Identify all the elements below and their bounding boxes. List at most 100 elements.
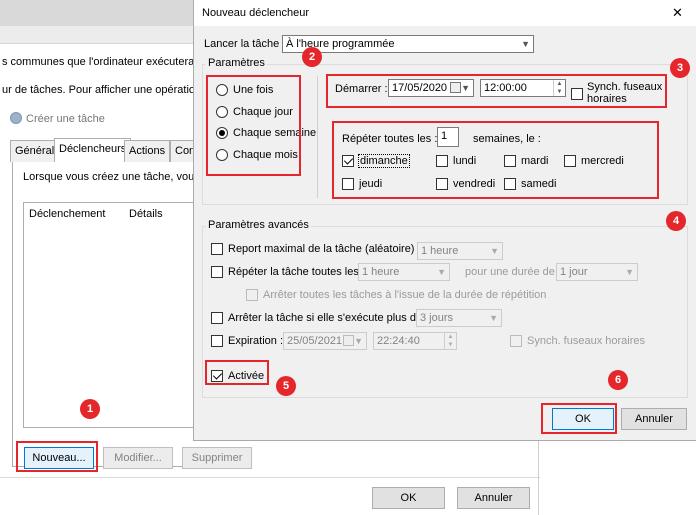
day-sunday-checkbox[interactable] <box>342 155 354 167</box>
task-tabs: Général Déclencheurs Actions Con <box>10 138 200 162</box>
day-sunday-label[interactable]: dimanche <box>358 154 410 168</box>
tab-conditions[interactable]: Con <box>170 140 194 162</box>
start-date-picker[interactable]: 17/05/2020 ▼ <box>388 79 474 97</box>
repeat-weeks-input[interactable]: 1 <box>437 127 459 147</box>
day-tuesday-label[interactable]: mardi <box>521 155 549 167</box>
step-badge-6: 6 <box>608 370 628 390</box>
day-thursday-checkbox[interactable] <box>342 178 354 190</box>
calendar-icon <box>450 82 461 93</box>
dialog-title-bar: Nouveau déclencheur ✕ <box>194 0 696 26</box>
chevron-down-icon: ▼ <box>461 83 470 93</box>
parameters-group-label: Paramètres <box>206 57 267 69</box>
modify-trigger-button[interactable]: Modifier... <box>103 447 173 469</box>
column-header-details[interactable]: Détails <box>129 208 163 220</box>
stop-if-label[interactable]: Arrêter la tâche si elle s'exécute plus … <box>228 312 428 324</box>
day-monday-label[interactable]: lundi <box>453 155 476 167</box>
duration-value: 1 jour <box>560 266 588 278</box>
radio-weekly-label[interactable]: Chaque semaine <box>233 127 316 139</box>
column-header-trigger[interactable]: Déclenchement <box>29 208 105 220</box>
step-badge-2: 2 <box>302 47 322 67</box>
background-description-line-1: s communes que l'ordinateur exécutera au… <box>2 56 219 68</box>
tab-triggers[interactable]: Déclencheurs <box>54 138 132 162</box>
day-saturday-checkbox[interactable] <box>504 178 516 190</box>
delay-value: 1 heure <box>421 245 459 257</box>
day-wednesday-label[interactable]: mercredi <box>581 155 624 167</box>
repeat-every-label: Répéter toutes les : <box>342 133 438 145</box>
divider <box>0 477 540 478</box>
radio-monthly-label[interactable]: Chaque mois <box>233 149 298 161</box>
radio-daily-label[interactable]: Chaque jour <box>233 106 293 118</box>
day-monday-checkbox[interactable] <box>436 155 448 167</box>
enabled-label[interactable]: Activée <box>228 370 264 382</box>
step-badge-4: 4 <box>666 211 686 231</box>
expire-date-picker[interactable]: 25/05/2021 ▼ <box>283 332 367 350</box>
chevron-down-icon: ▼ <box>354 336 363 346</box>
start-date-value: 17/05/2020 <box>392 82 448 94</box>
background-toolbar-strip <box>0 26 205 44</box>
delay-label[interactable]: Report maximal de la tâche (aléatoire) : <box>228 243 421 255</box>
calendar-icon <box>343 335 354 346</box>
expire-time-field[interactable]: 22:24:40 ▲ ▼ <box>373 332 457 350</box>
stop-all-checkbox[interactable] <box>246 289 258 301</box>
create-task-title: Créer une tâche <box>26 113 105 125</box>
start-label: Démarrer : <box>335 83 388 95</box>
dialog-cancel-button[interactable]: Annuler <box>621 408 687 430</box>
task-clock-icon <box>10 112 22 124</box>
step-badge-5: 5 <box>276 376 296 396</box>
repeat-task-value: 1 heure <box>362 266 400 278</box>
sync-timezone-checkbox[interactable] <box>571 88 583 100</box>
day-friday-checkbox[interactable] <box>436 178 448 190</box>
day-thursday-label[interactable]: jeudi <box>359 178 382 190</box>
dialog-ok-button[interactable]: OK <box>552 408 614 430</box>
triggers-description: Lorsque vous créez une tâche, vous po <box>23 171 193 183</box>
repeat-task-checkbox[interactable] <box>211 266 223 278</box>
sync-timezone-label[interactable]: Synch. fuseaux horaires <box>587 81 665 105</box>
expire-sync-checkbox[interactable] <box>510 335 522 347</box>
repeat-task-label[interactable]: Répéter la tâche toutes les : <box>228 266 365 278</box>
day-saturday-label[interactable]: samedi <box>521 178 556 190</box>
launch-task-label: Lancer la tâche : <box>204 38 286 50</box>
task-cancel-button[interactable]: Annuler <box>457 487 530 509</box>
duration-dropdown[interactable]: 1 jour ▼ <box>556 263 638 281</box>
day-tuesday-checkbox[interactable] <box>504 155 516 167</box>
step-badge-1: 1 <box>80 399 100 419</box>
start-time-field[interactable]: 12:00:00 ▲ ▼ <box>480 79 566 97</box>
enabled-checkbox[interactable] <box>211 370 223 382</box>
stop-all-label[interactable]: Arrêter toutes les tâches à l'issue de l… <box>263 289 546 301</box>
radio-daily[interactable] <box>216 106 228 118</box>
expire-date-value: 25/05/2021 <box>287 335 343 347</box>
delay-dropdown[interactable]: 1 heure ▼ <box>417 242 503 260</box>
chevron-down-icon: ▼ <box>521 39 530 49</box>
delay-checkbox[interactable] <box>211 243 223 255</box>
dialog-title: Nouveau déclencheur <box>202 7 310 19</box>
stop-if-dropdown[interactable]: 3 jours ▼ <box>416 309 502 327</box>
spinner-icon[interactable]: ▲ ▼ <box>444 333 456 349</box>
stop-if-checkbox[interactable] <box>211 312 223 324</box>
tab-actions[interactable]: Actions <box>124 140 171 162</box>
new-trigger-button[interactable]: Nouveau... <box>24 447 94 469</box>
radio-once-label[interactable]: Une fois <box>233 84 273 96</box>
repeat-task-dropdown[interactable]: 1 heure ▼ <box>358 263 450 281</box>
delete-trigger-button[interactable]: Supprimer <box>182 447 252 469</box>
spinner-icon[interactable]: ▲ ▼ <box>553 80 565 96</box>
radio-once[interactable] <box>216 84 228 96</box>
stop-if-value: 3 jours <box>420 312 454 324</box>
expire-checkbox[interactable] <box>211 335 223 347</box>
expire-time-value: 22:24:40 <box>377 335 420 347</box>
start-time-value: 12:00:00 <box>484 82 527 94</box>
tab-general[interactable]: Général <box>10 140 60 162</box>
task-ok-button[interactable]: OK <box>372 487 445 509</box>
triggers-list[interactable]: Déclenchement Détails <box>23 202 201 428</box>
advanced-group-label: Paramètres avancés <box>206 219 311 231</box>
close-icon[interactable]: ✕ <box>672 5 683 21</box>
expire-label[interactable]: Expiration : <box>228 335 283 347</box>
launch-task-value: À l'heure programmée <box>286 38 395 50</box>
parameters-separator <box>317 76 318 198</box>
radio-monthly[interactable] <box>216 149 228 161</box>
day-friday-label[interactable]: vendredi <box>453 178 495 190</box>
radio-weekly[interactable] <box>216 127 228 139</box>
expire-sync-label[interactable]: Synch. fuseaux horaires <box>527 335 645 347</box>
chevron-down-icon: ▼ <box>437 267 446 277</box>
window-edge <box>538 441 539 515</box>
day-wednesday-checkbox[interactable] <box>564 155 576 167</box>
